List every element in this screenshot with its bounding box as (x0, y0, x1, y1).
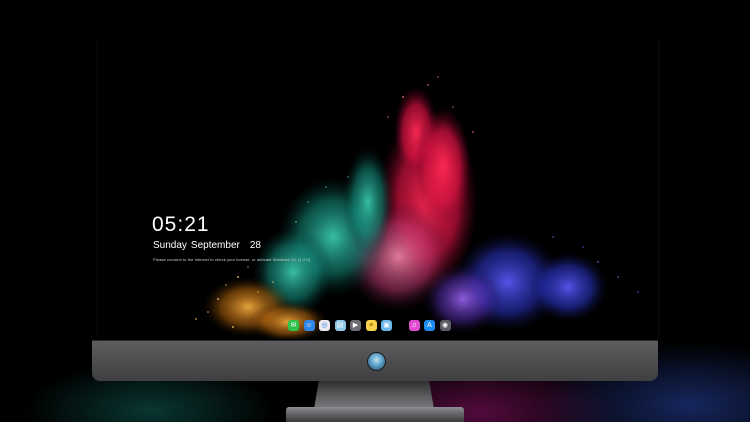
monitor-stand-neck (314, 381, 434, 409)
date-month: September (190, 240, 240, 251)
brand-logo-icon (367, 352, 386, 371)
camera-glyph: ◉ (441, 322, 449, 329)
monitor-screen: 05:21 Sunday September 28 Please connect t… (97, 37, 659, 339)
preview-icon[interactable]: ▤ (334, 320, 346, 331)
clapper-glyph: ▶ (352, 322, 359, 329)
notes-glyph: ≡ (368, 322, 374, 329)
clapper-icon[interactable]: ▶ (350, 320, 361, 331)
date-day: 28 (249, 240, 261, 251)
messages-icon[interactable]: ✉ (288, 320, 299, 331)
scene: 05:21 Sunday September 28 Please connect t… (0, 0, 750, 422)
safari-glyph: ◎ (321, 322, 328, 329)
app-store-glyph: A (427, 322, 432, 329)
date-weekday: Sunday (153, 240, 187, 251)
finder-icon[interactable]: ☺ (303, 320, 315, 331)
notes-icon[interactable]: ≡ (365, 320, 377, 331)
messages-glyph: ✉ (290, 322, 297, 329)
preview-glyph: ▤ (336, 322, 344, 329)
safari-icon[interactable]: ◎ (319, 320, 330, 331)
monitor-stand-base (286, 407, 464, 422)
photos-glyph: ▣ (383, 322, 390, 329)
color-splash-wallpaper (195, 76, 639, 339)
lockscreen-date: Sunday September 28 (153, 240, 265, 251)
itunes-icon[interactable]: ♫ (408, 320, 420, 331)
finder-glyph: ☺ (305, 322, 313, 329)
camera-icon[interactable]: ◉ (439, 320, 451, 331)
app-store-icon[interactable]: A (424, 320, 435, 331)
lockscreen-clock: 05:21 (152, 213, 210, 236)
monitor-chin (92, 340, 658, 381)
dock: ✉ ☺ ◎ ▤ ▶ ≡ ▣ ♫ A ◉ (288, 318, 455, 333)
photos-icon[interactable]: ▣ (381, 320, 392, 331)
itunes-glyph: ♫ (411, 322, 417, 329)
activation-notice: Please connect to the internet to check … (153, 257, 311, 262)
